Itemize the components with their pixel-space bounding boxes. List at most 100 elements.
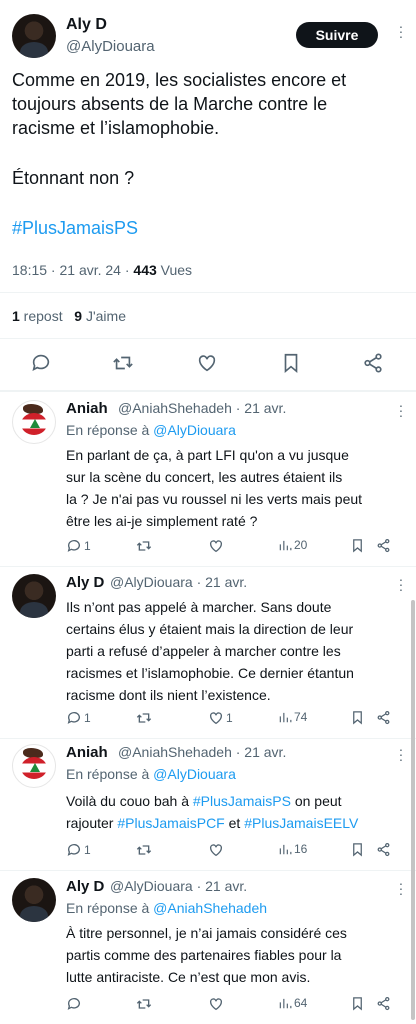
reply-line: racismes et l’islamophobie. Ce dernier é…	[66, 665, 354, 681]
hashtag-link[interactable]: #PlusJamaisPCF	[117, 815, 224, 831]
share-icon[interactable]	[376, 710, 391, 725]
share-icon[interactable]	[376, 842, 391, 857]
repost-icon[interactable]	[136, 996, 152, 1012]
tweet-meta: 18:15 · 21 avr. 24 · 443 Vues	[12, 262, 192, 278]
views-button[interactable]: 16	[278, 842, 307, 856]
in-reply-prefix: En réponse à	[66, 900, 154, 916]
reply-line: parti a refusé d’appeler à marcher contr…	[66, 643, 341, 659]
hashtag-link[interactable]: #PlusJamaisPS	[12, 216, 404, 240]
repost-icon[interactable]	[112, 352, 134, 374]
divider	[0, 566, 416, 567]
likes-count[interactable]: 9	[74, 308, 82, 324]
reply-line: À titre personnel, je n’ai jamais consid…	[66, 925, 347, 941]
reply-text-segment: on peut	[290, 793, 342, 809]
follow-button[interactable]: Suivre	[296, 22, 378, 48]
view-count: 20	[294, 538, 308, 552]
reply-text: Voilà du couo bah à #PlusJamaisPS on peu…	[66, 790, 406, 834]
scrollbar[interactable]	[411, 600, 415, 1020]
author-handle[interactable]: @AniahShehadeh · 21 avr.	[118, 400, 286, 416]
reply-action-bar: 1 20	[66, 538, 396, 558]
mention-link[interactable]: @AniahShehadeh	[153, 900, 267, 916]
more-icon[interactable]: · · ·	[396, 572, 406, 596]
author-handle[interactable]: @AlyDiouara	[66, 38, 155, 55]
bookmark-icon[interactable]	[280, 352, 302, 374]
tweet-line: Étonnant non ?	[12, 168, 135, 188]
like-button[interactable]	[208, 538, 226, 554]
author-name[interactable]: Aly D	[66, 574, 104, 591]
author-name[interactable]: Aniah	[66, 400, 108, 417]
timestamp[interactable]: 18:15 · 21 avr. 24 ·	[12, 262, 133, 278]
author-name[interactable]: Aniah	[66, 744, 108, 761]
avatar[interactable]	[12, 878, 56, 922]
reply-icon[interactable]	[30, 352, 52, 374]
author-name[interactable]: Aly D	[66, 878, 104, 895]
in-reply-to: En réponse à @AniahShehadeh	[66, 900, 267, 916]
reply-text-segment: et	[224, 815, 245, 831]
repost-icon[interactable]	[136, 538, 152, 554]
more-icon[interactable]: · · ·	[396, 742, 406, 766]
bookmark-icon[interactable]	[350, 842, 365, 857]
views-button[interactable]: 74	[278, 710, 307, 724]
bookmark-icon[interactable]	[350, 996, 365, 1011]
reply-count: 1	[84, 539, 91, 553]
reply-button[interactable]: 1	[66, 842, 91, 858]
avatar[interactable]	[12, 744, 56, 788]
in-reply-prefix: En réponse à	[66, 766, 154, 782]
views-label: Vues	[156, 262, 193, 278]
reply-text: Ils n’ont pas appelé à marcher. Sans dou…	[66, 596, 406, 706]
tweet-line: Comme en 2019, les socialistes encore et	[12, 70, 347, 90]
author-name[interactable]: Aly D	[66, 16, 107, 34]
repost-icon[interactable]	[136, 842, 152, 858]
reply-line: certains élus y étaient mais la directio…	[66, 621, 354, 637]
bookmark-icon[interactable]	[350, 710, 365, 725]
like-button[interactable]: 1	[208, 710, 233, 726]
action-bar	[0, 346, 416, 382]
author-handle[interactable]: @AniahShehadeh · 21 avr.	[118, 744, 286, 760]
engagement-stats: 1 repost 9 J'aime	[12, 308, 126, 324]
reply-line: la ? Je n'ai pas vu roussel ni les verts…	[66, 491, 363, 507]
bookmark-icon[interactable]	[350, 538, 365, 553]
reply-line: lutte antiraciste. Ce n’est que mon avis…	[66, 969, 311, 985]
reply-line: En parlant de ça, à part LFI qu'on a vu …	[66, 447, 349, 463]
author-handle[interactable]: @AlyDiouara · 21 avr.	[110, 878, 247, 894]
reply-button[interactable]	[66, 996, 84, 1012]
like-button[interactable]	[208, 996, 226, 1012]
mention-link[interactable]: @AlyDiouara	[153, 422, 236, 438]
hashtag-link[interactable]: #PlusJamaisEELV	[244, 815, 358, 831]
divider	[0, 390, 416, 392]
reply-count: 1	[84, 843, 91, 857]
divider	[0, 292, 416, 293]
in-reply-to: En réponse à @AlyDiouara	[66, 766, 236, 782]
views-button[interactable]: 20	[278, 538, 307, 552]
likes-label[interactable]: J'aime	[82, 308, 126, 324]
avatar[interactable]	[12, 400, 56, 444]
reply-button[interactable]: 1	[66, 538, 91, 554]
more-icon[interactable]: · · ·	[396, 19, 406, 43]
share-icon[interactable]	[376, 996, 391, 1011]
views-button[interactable]: 64	[278, 996, 307, 1010]
avatar[interactable]	[12, 14, 56, 58]
reply-line: partis comme des partenaires fiables pou…	[66, 947, 342, 963]
reply-button[interactable]: 1	[66, 710, 91, 726]
reply-line: Ils n’ont pas appelé à marcher. Sans dou…	[66, 599, 332, 615]
mention-link[interactable]: @AlyDiouara	[153, 766, 236, 782]
view-count: 16	[294, 842, 308, 856]
more-icon[interactable]: · · ·	[396, 876, 406, 900]
reply-action-bar: 1 16	[66, 842, 396, 862]
share-icon[interactable]	[362, 352, 384, 374]
reposts-label[interactable]: repost	[20, 308, 63, 324]
like-button[interactable]	[208, 842, 226, 858]
share-icon[interactable]	[376, 538, 391, 553]
in-reply-prefix: En réponse à	[66, 422, 154, 438]
reply-text-segment: rajouter	[66, 815, 118, 831]
like-icon[interactable]	[196, 352, 218, 374]
reposts-count[interactable]: 1	[12, 308, 20, 324]
repost-icon[interactable]	[136, 710, 152, 726]
author-handle[interactable]: @AlyDiouara · 21 avr.	[110, 574, 247, 590]
avatar[interactable]	[12, 574, 56, 618]
more-icon[interactable]: · · ·	[396, 398, 406, 422]
reply-text: À titre personnel, je n’ai jamais consid…	[66, 922, 406, 988]
hashtag-link[interactable]: #PlusJamaisPS	[193, 793, 291, 809]
